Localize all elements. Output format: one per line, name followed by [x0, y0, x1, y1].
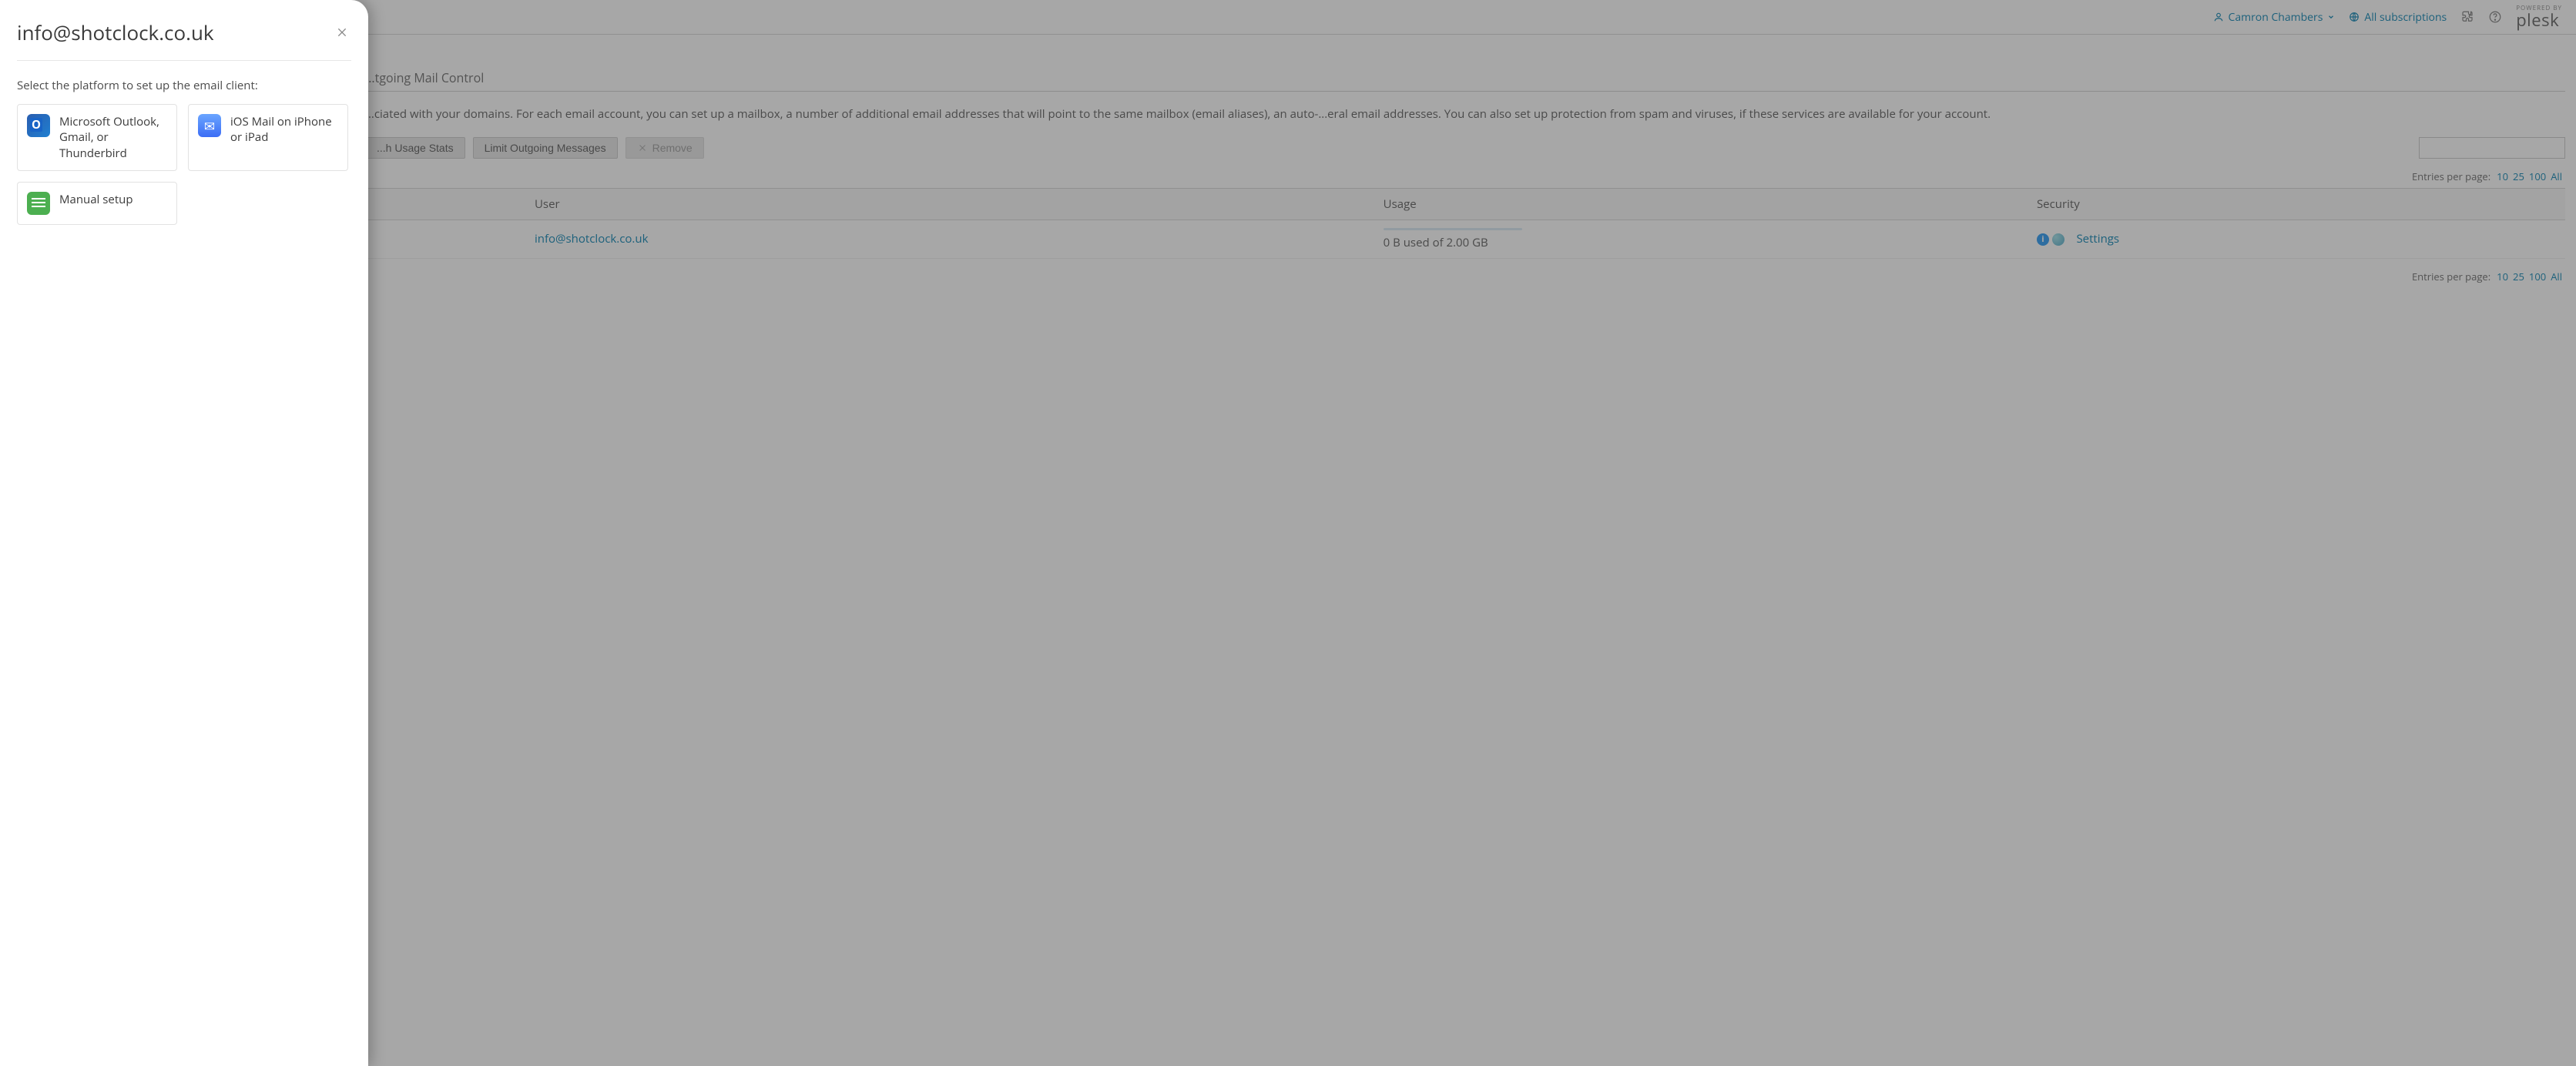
close-icon	[336, 26, 348, 39]
manual-setup-icon	[27, 192, 50, 215]
modal-scrim[interactable]	[0, 0, 2576, 1066]
outlook-icon	[27, 114, 50, 137]
close-button[interactable]	[333, 23, 351, 42]
platform-card-ios[interactable]: iOS Mail on iPhone or iPad	[188, 104, 348, 171]
drawer-subtitle: Select the platform to set up the email …	[17, 61, 351, 104]
platform-label: Microsoft Outlook, Gmail, or Thunderbird	[59, 114, 167, 161]
platform-label: Manual setup	[59, 192, 133, 215]
platform-card-manual[interactable]: Manual setup	[17, 182, 177, 225]
ios-mail-icon	[198, 114, 221, 137]
drawer-title: info@shotclock.co.uk	[17, 18, 214, 46]
email-setup-drawer: info@shotclock.co.uk Select the platform…	[0, 0, 368, 1066]
platform-label: iOS Mail on iPhone or iPad	[230, 114, 338, 161]
platform-card-outlook[interactable]: Microsoft Outlook, Gmail, or Thunderbird	[17, 104, 177, 171]
